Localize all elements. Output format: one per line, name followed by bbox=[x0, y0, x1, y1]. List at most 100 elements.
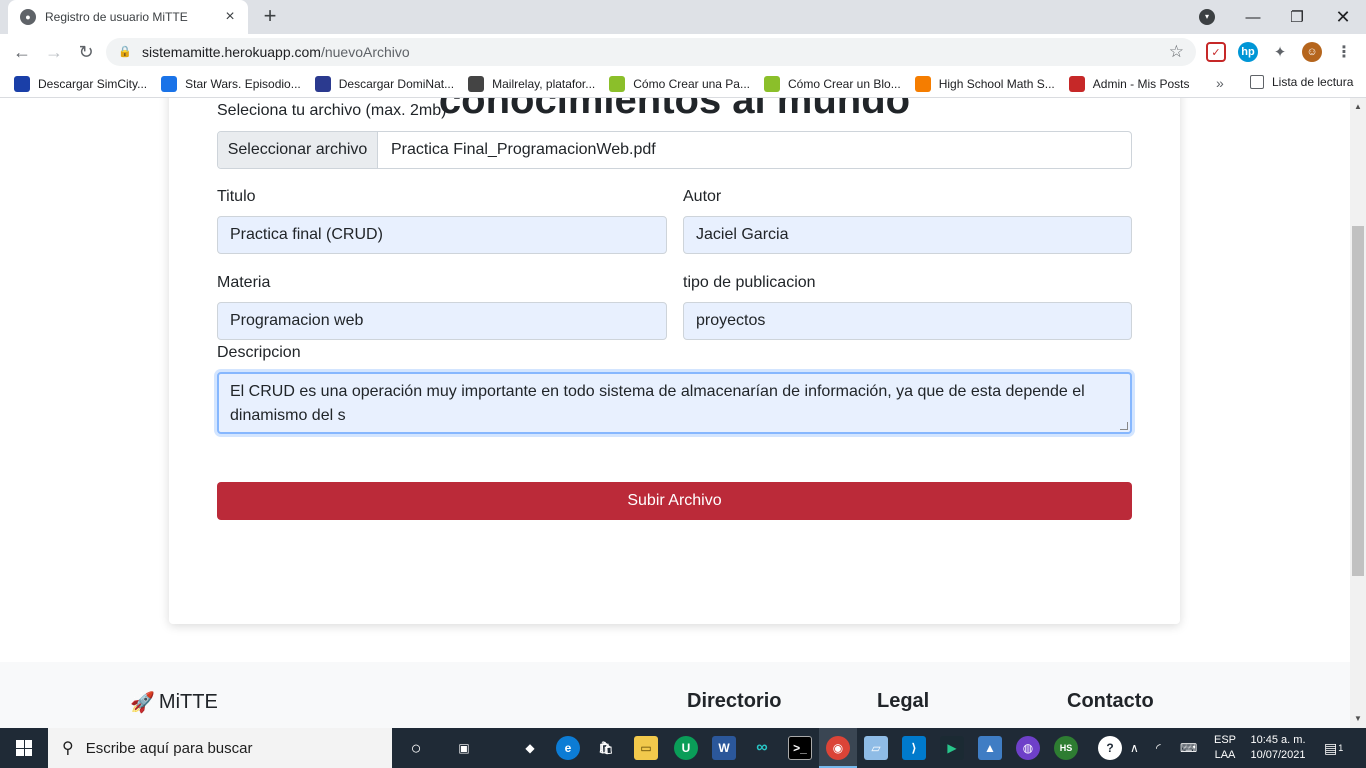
materia-label: Materia bbox=[217, 274, 271, 291]
resize-handle[interactable] bbox=[1120, 422, 1128, 430]
wifi-icon[interactable]: ◜ bbox=[1156, 728, 1161, 768]
scroll-down-icon[interactable]: ▼ bbox=[1354, 714, 1362, 723]
address-bar[interactable]: 🔒 sistemamitte.herokuapp.com /nuevoArchi… bbox=[106, 38, 1196, 66]
terminal-app-icon[interactable]: ▶ bbox=[940, 736, 964, 760]
footer-brand[interactable]: 🚀 MiTTE bbox=[130, 690, 218, 715]
bookmark-label: Star Wars. Episodio... bbox=[185, 76, 301, 91]
reading-list-label: Lista de lectura bbox=[1272, 75, 1354, 89]
hs-app-icon[interactable]: HS bbox=[1054, 736, 1078, 760]
bookmark-item[interactable]: Cómo Crear una Pa... bbox=[609, 75, 750, 92]
bookmark-item[interactable]: Star Wars. Episodio... bbox=[161, 75, 301, 92]
tipo-label: tipo de publicacion bbox=[683, 274, 816, 291]
page-scrollbar[interactable]: ▲ ▼ bbox=[1350, 98, 1366, 728]
bookmark-label: Admin - Mis Posts bbox=[1092, 76, 1190, 91]
choose-file-button[interactable]: Seleccionar archivo bbox=[218, 132, 378, 168]
tab-title: Registro de usuario MiTTE bbox=[45, 10, 188, 24]
extensions-puzzle-icon[interactable]: ✦ bbox=[1270, 42, 1290, 62]
submit-button[interactable]: Subir Archivo bbox=[217, 482, 1132, 520]
bookmark-item[interactable]: High School Math S... bbox=[914, 75, 1055, 92]
upwork-icon[interactable]: U bbox=[674, 736, 698, 760]
back-button[interactable]: ← bbox=[10, 40, 34, 64]
chrome-menu-icon[interactable]: ⋮ bbox=[1334, 42, 1354, 62]
show-hidden-icons[interactable]: ∧ bbox=[1130, 728, 1139, 768]
bookmark-star-icon[interactable]: ☆ bbox=[1169, 42, 1184, 62]
clock-date: 10/07/2021 bbox=[1250, 749, 1306, 761]
edge-icon[interactable]: e bbox=[556, 736, 580, 760]
url-path: /nuevoArchivo bbox=[320, 44, 410, 60]
si-icon bbox=[609, 75, 626, 92]
dropbox-icon[interactable]: ◆ bbox=[518, 736, 542, 760]
footer: 🚀 MiTTE Directorio Legal Contacto bbox=[0, 662, 1350, 728]
url-host: sistemamitte.herokuapp.com bbox=[142, 44, 321, 60]
titulo-input[interactable]: Practica final (CRUD) bbox=[217, 216, 667, 254]
s-logo-icon bbox=[314, 75, 331, 92]
autor-label: Autor bbox=[683, 188, 722, 205]
descripcion-text: El CRUD es una operación muy importante … bbox=[230, 383, 1085, 424]
more-bookmarks-chevron-icon[interactable]: » bbox=[1216, 75, 1224, 91]
system-clock[interactable]: 10:45 a. m. 10/07/2021 bbox=[1248, 733, 1308, 763]
tipo-input[interactable]: proyectos bbox=[683, 302, 1132, 340]
close-tab-icon[interactable]: × bbox=[222, 9, 238, 25]
task-view-icon[interactable]: ▣ bbox=[452, 736, 476, 760]
scroll-thumb[interactable] bbox=[1352, 226, 1364, 576]
taskbar-search-text: Escribe aquí para buscar bbox=[85, 739, 253, 757]
bookmark-label: High School Math S... bbox=[938, 76, 1055, 91]
terminal-icon[interactable]: >_ bbox=[788, 736, 812, 760]
brand-name: MiTTE bbox=[158, 691, 218, 713]
github-icon[interactable]: ◍ bbox=[1016, 736, 1040, 760]
taskbar: ⚲ Escribe aquí para buscar ○ ▣ ◆ e 🛍 ▭ U… bbox=[0, 728, 1366, 768]
autor-input[interactable]: Jaciel Garcia bbox=[683, 216, 1132, 254]
hp-extension-icon[interactable]: hp bbox=[1238, 42, 1258, 62]
close-window-button[interactable]: ✕ bbox=[1320, 0, 1366, 34]
bookmark-item[interactable]: Admin - Mis Posts bbox=[1068, 75, 1190, 92]
chrome-icon[interactable]: ◉ bbox=[826, 736, 850, 760]
blogger-icon bbox=[914, 75, 931, 92]
browser-tab[interactable]: ● Registro de usuario MiTTE × bbox=[8, 0, 248, 34]
bookmark-label: Cómo Crear un Blo... bbox=[787, 76, 901, 91]
file-input[interactable]: Seleccionar archivo Practica Final_Progr… bbox=[217, 131, 1132, 169]
bookmark-item[interactable]: Descargar DomiNat... bbox=[314, 75, 454, 92]
new-tab-button[interactable]: + bbox=[258, 5, 282, 29]
photos-icon[interactable]: ▲ bbox=[978, 736, 1002, 760]
rocket-icon: 🚀 bbox=[130, 692, 155, 714]
maximize-button[interactable]: ❐ bbox=[1274, 0, 1320, 34]
scroll-up-icon[interactable]: ▲ bbox=[1354, 102, 1362, 111]
bookmarks-bar: Descargar SimCity... Star Wars. Episodio.… bbox=[0, 70, 1366, 98]
file-explorer-icon[interactable]: ▭ bbox=[634, 736, 658, 760]
notes-app-icon[interactable]: ▱ bbox=[864, 736, 888, 760]
reload-button[interactable]: ↻ bbox=[74, 40, 98, 64]
word-icon[interactable]: W bbox=[712, 736, 736, 760]
help-icon[interactable]: ? bbox=[1098, 736, 1122, 760]
reading-list-icon bbox=[1250, 75, 1264, 89]
materia-input[interactable]: Programacion web bbox=[217, 302, 667, 340]
upload-card: conocimientos al mundo Seleciona tu arch… bbox=[169, 98, 1180, 624]
bookmark-item[interactable]: Descargar SimCity... bbox=[14, 75, 147, 92]
lock-icon: 🔒 bbox=[118, 46, 132, 58]
pocket-extension-icon[interactable]: ✓ bbox=[1206, 42, 1226, 62]
mailrelay-icon bbox=[468, 75, 485, 92]
taskbar-search[interactable]: ⚲ Escribe aquí para buscar bbox=[48, 728, 392, 768]
arduino-icon[interactable]: ∞ bbox=[750, 736, 774, 760]
store-icon[interactable]: 🛍 bbox=[594, 736, 618, 760]
search-icon: ⚲ bbox=[62, 740, 74, 757]
tab-search-icon[interactable]: ▾ bbox=[1199, 9, 1215, 25]
minimize-button[interactable]: — bbox=[1230, 0, 1276, 34]
selected-file-name: Practica Final_ProgramacionWeb.pdf bbox=[391, 141, 656, 158]
vscode-icon[interactable]: ⟩ bbox=[902, 736, 926, 760]
descripcion-label: Descripcion bbox=[217, 344, 301, 361]
bookmark-label: Cómo Crear una Pa... bbox=[633, 76, 750, 91]
reading-list-button[interactable]: Lista de lectura bbox=[1250, 75, 1353, 89]
cortana-icon[interactable]: ○ bbox=[404, 736, 428, 760]
keyboard-icon[interactable]: ⌨ bbox=[1180, 728, 1197, 768]
bookmark-item[interactable]: Mailrelay, platafor... bbox=[468, 75, 595, 92]
start-button[interactable] bbox=[0, 728, 48, 768]
descripcion-textarea[interactable]: El CRUD es una operación muy importante … bbox=[217, 372, 1132, 434]
tab-strip: ● Registro de usuario MiTTE × + ▾ — ❐ ✕ bbox=[0, 0, 1366, 34]
notification-center-icon[interactable]: ▤ 1 bbox=[1324, 728, 1343, 768]
admin-icon bbox=[1068, 75, 1085, 92]
bookmark-item[interactable]: Cómo Crear un Blo... bbox=[763, 75, 901, 92]
language-indicator[interactable]: ESP LAA bbox=[1212, 733, 1238, 763]
profile-avatar[interactable]: ☺ bbox=[1302, 42, 1322, 62]
forward-button[interactable]: → bbox=[42, 40, 66, 64]
lang-code: ESP bbox=[1213, 734, 1236, 746]
